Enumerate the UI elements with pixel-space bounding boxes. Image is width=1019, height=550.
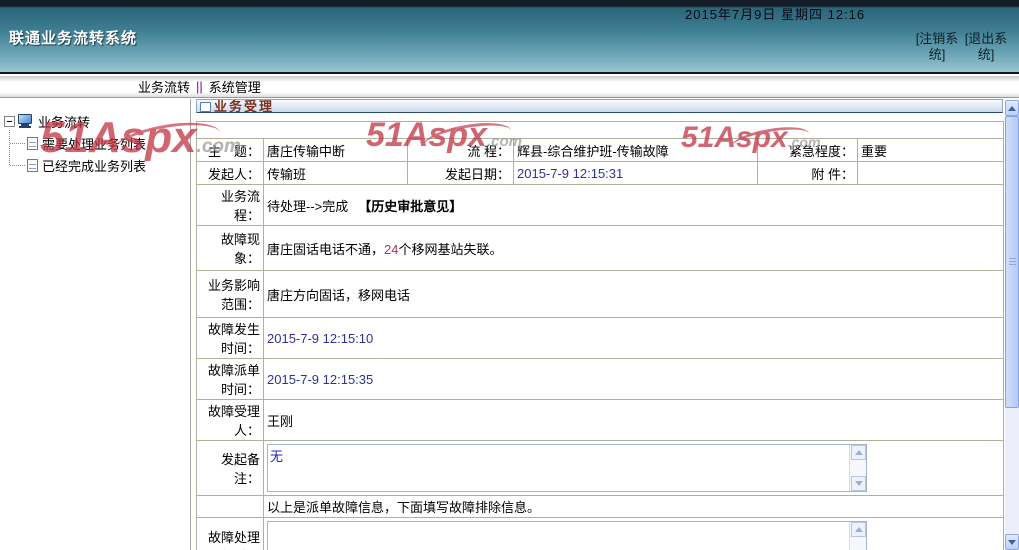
table-row: 故障现象： 唐庄固话电话不通，24个移网基站失联。 bbox=[196, 225, 1005, 271]
tree-collapse-icon[interactable] bbox=[4, 115, 15, 127]
process-value: 辉县-综合维护班-传输故障 bbox=[513, 138, 758, 162]
subject-value: 唐庄传输中断 bbox=[263, 138, 408, 162]
flow-cell: 待处理-->完成 【历史审批意见】 bbox=[262, 184, 1005, 226]
urgency-label: 紧急程度： bbox=[757, 138, 858, 162]
dispatch-time-label: 故障派单时间： bbox=[196, 358, 264, 400]
document-icon bbox=[27, 136, 38, 150]
occur-time-value: 2015-7-9 12:15:10 bbox=[262, 317, 1005, 359]
initiator-value: 传输班 bbox=[263, 161, 408, 185]
tree-connector-stub bbox=[10, 143, 25, 144]
table-row: 故障受理人： 王刚 bbox=[196, 399, 1005, 441]
table-row: 故障发生时间： 2015-7-9 12:15:10 bbox=[196, 317, 1005, 359]
urgency-value: 重要 bbox=[856, 138, 1005, 162]
table-row: 业务影响范围： 唐庄方向固话，移网电话 bbox=[196, 270, 1005, 318]
handling-label: 故障处理经过： bbox=[196, 517, 264, 550]
tree-item-pending-list[interactable]: 需要处理业务列表 bbox=[0, 132, 190, 154]
page: 2015年7月9日 星期四 12:16 联通业务流转系统 [注销系统] [退出系… bbox=[0, 0, 1019, 550]
phenomenon-label: 故障现象： bbox=[196, 225, 264, 271]
acceptor-label: 故障受理人： bbox=[196, 399, 264, 441]
tree-connector-line bbox=[9, 130, 10, 165]
empty-top-row bbox=[195, 121, 1005, 139]
table-row: 业务流程： 待处理-->完成 【历史审批意见】 bbox=[196, 184, 1005, 226]
top-banner: 2015年7月9日 星期四 12:16 联通业务流转系统 [注销系统] [退出系… bbox=[0, 0, 1019, 74]
tree-item-completed-list[interactable]: 已经完成业务列表 bbox=[0, 154, 190, 176]
process-label: 流 程： bbox=[407, 138, 514, 162]
navigation-tree: 业务流转 需要处理业务列表 已经完成业务列表 bbox=[0, 99, 190, 176]
vertical-scrollbar[interactable] bbox=[1005, 100, 1019, 550]
phenomenon-text-pre: 唐庄固话电话不通， bbox=[267, 241, 385, 257]
tree-root-label: 业务流转 bbox=[38, 114, 91, 130]
attachment-value bbox=[856, 161, 1005, 185]
table-row bbox=[195, 121, 1005, 139]
remark-textarea[interactable]: 无 bbox=[268, 445, 848, 489]
info-label-spacer bbox=[196, 495, 264, 518]
work-order-form: 主 题： 唐庄传输中断 流 程： 辉县-综合维护班-传输故障 紧急程度： 重要 … bbox=[195, 121, 1005, 550]
remark-cell: 无 bbox=[262, 440, 1005, 496]
info-text: 以上是派单故障信息，下面填写故障排除信息。 bbox=[262, 495, 1005, 518]
logout-system-link[interactable]: [注销系统] bbox=[913, 31, 961, 63]
datetime-text: 2015年7月9日 星期四 12:16 bbox=[685, 7, 866, 22]
sidebar-divider bbox=[190, 99, 191, 550]
menu-bar: 业务流转 || 系统管理 bbox=[0, 76, 1019, 98]
impact-label: 业务影响范围： bbox=[196, 270, 264, 318]
scrollbar-down-icon[interactable] bbox=[1005, 534, 1019, 550]
start-date-label: 发起日期： bbox=[407, 161, 514, 185]
dispatch-time-value: 2015-7-9 12:15:35 bbox=[262, 358, 1005, 400]
menu-item-business-flow[interactable]: 业务流转 bbox=[138, 77, 190, 96]
textarea-scrollbar[interactable] bbox=[849, 445, 866, 491]
scrollbar-up-icon[interactable] bbox=[1005, 100, 1019, 116]
handling-cell bbox=[262, 517, 1005, 550]
tree-item-label: 需要处理业务列表 bbox=[42, 136, 147, 152]
attachment-label: 附 件： bbox=[757, 161, 858, 185]
phenomenon-cell: 唐庄固话电话不通，24个移网基站失联。 bbox=[262, 225, 1005, 271]
sidebar: 业务流转 需要处理业务列表 已经完成业务列表 bbox=[0, 99, 190, 550]
tree-item-label: 已经完成业务列表 bbox=[42, 158, 147, 174]
scrollbar-thumb[interactable] bbox=[1005, 116, 1019, 408]
remark-textarea-frame: 无 bbox=[267, 444, 867, 492]
impact-value: 唐庄方向固话，移网电话 bbox=[262, 270, 1005, 318]
computer-icon bbox=[18, 114, 34, 128]
tree-root-business-flow[interactable]: 业务流转 bbox=[0, 110, 190, 132]
tree-connector-stub bbox=[10, 165, 25, 166]
phenomenon-text-post: 个移网基站失联。 bbox=[398, 241, 503, 257]
handling-textarea-frame bbox=[267, 521, 867, 550]
subject-label: 主 题： bbox=[196, 138, 264, 162]
handling-textarea[interactable] bbox=[268, 522, 848, 550]
initiator-label: 发起人： bbox=[196, 161, 264, 185]
remark-label: 发起备注： bbox=[196, 440, 264, 496]
start-date-value: 2015-7-9 12:15:31 bbox=[513, 161, 758, 185]
table-row: 发起备注： 无 bbox=[196, 440, 1005, 496]
document-icon bbox=[27, 158, 38, 172]
menu-item-system-admin[interactable]: 系统管理 bbox=[209, 77, 261, 96]
textarea-scrollbar[interactable] bbox=[849, 522, 866, 550]
app-title: 联通业务流转系统 bbox=[9, 30, 138, 47]
panel-header: 业务受理 bbox=[196, 99, 1003, 113]
exit-system-link[interactable]: [退出系统] bbox=[962, 31, 1010, 63]
scroll-up-icon[interactable] bbox=[851, 445, 866, 460]
panel-form-icon bbox=[200, 102, 211, 112]
flow-value: 待处理-->完成 bbox=[267, 198, 349, 214]
flow-label: 业务流程： bbox=[196, 184, 264, 226]
occur-time-label: 故障发生时间： bbox=[196, 317, 264, 359]
menu-separator: || bbox=[196, 79, 203, 94]
scroll-up-icon[interactable] bbox=[851, 522, 866, 537]
table-row: 发起人： 传输班 发起日期： 2015-7-9 12:15:31 附 件： bbox=[196, 161, 1005, 185]
table-row: 以上是派单故障信息，下面填写故障排除信息。 bbox=[196, 495, 1005, 518]
scroll-down-icon[interactable] bbox=[851, 476, 866, 491]
panel-title: 业务受理 bbox=[214, 99, 275, 113]
table-row: 主 题： 唐庄传输中断 流 程： 辉县-综合维护班-传输故障 紧急程度： 重要 bbox=[196, 138, 1005, 162]
table-row: 故障派单时间： 2015-7-9 12:15:35 bbox=[196, 358, 1005, 400]
history-approval-link[interactable]: 【历史审批意见】 bbox=[358, 199, 462, 214]
acceptor-value: 王刚 bbox=[262, 399, 1005, 441]
table-row: 故障处理经过： bbox=[196, 517, 1005, 550]
phenomenon-number: 24 bbox=[384, 241, 399, 257]
